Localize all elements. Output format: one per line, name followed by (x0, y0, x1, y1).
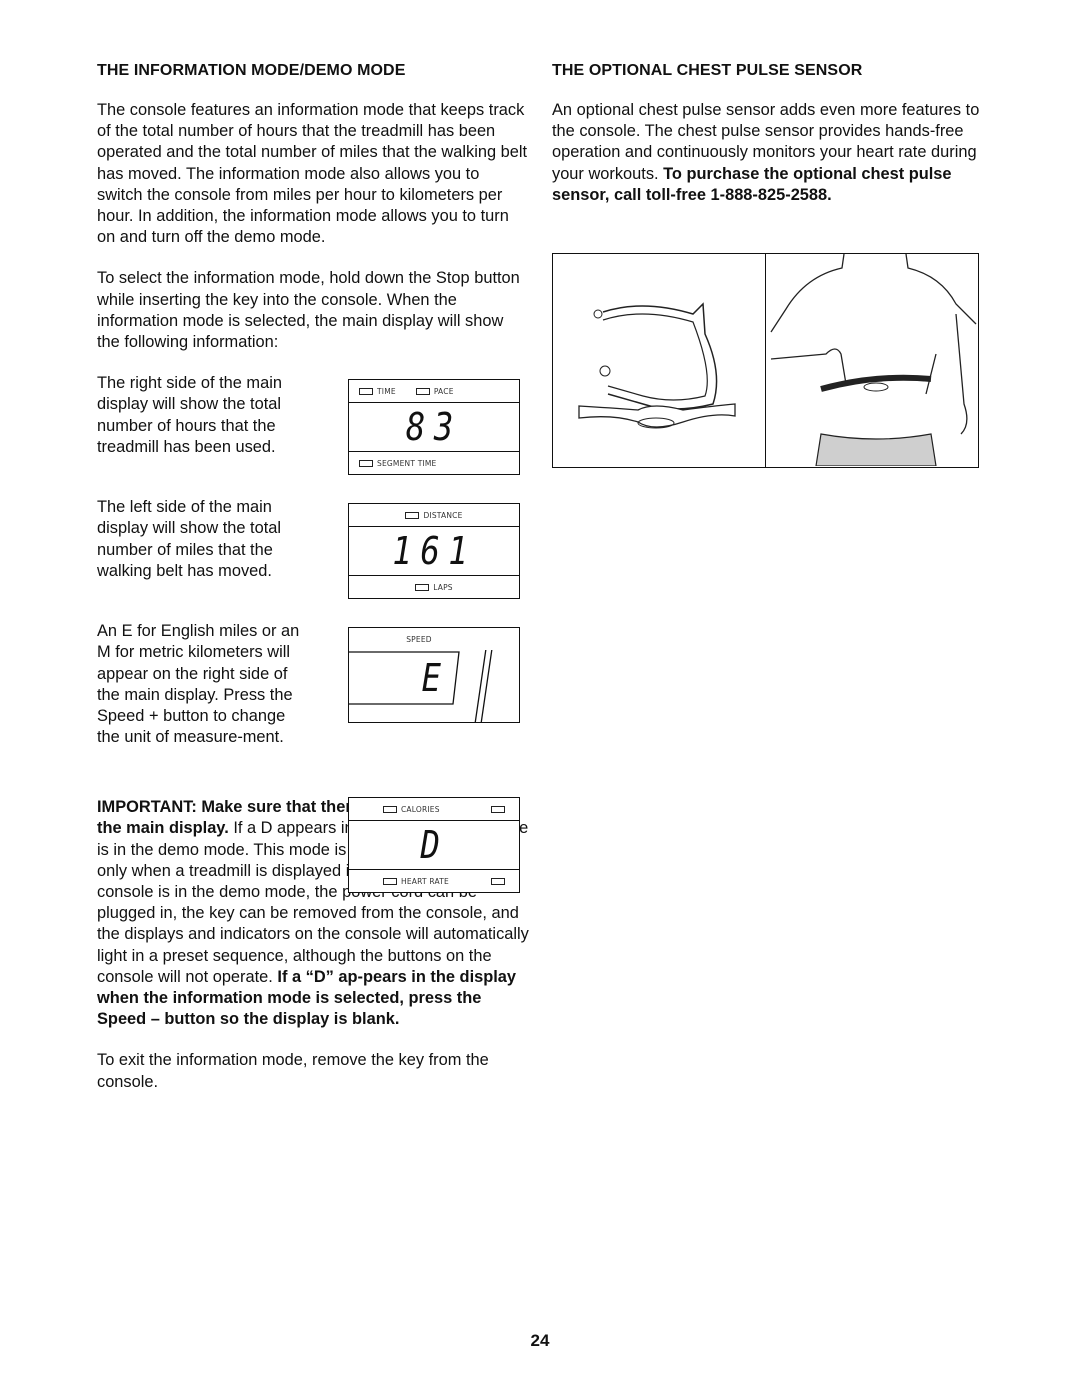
units-value: E (421, 656, 450, 701)
calories-label: CALORIES (401, 804, 440, 814)
miles-value: 161 (392, 529, 476, 574)
hours-row: The right side of the main display will … (97, 373, 529, 497)
chest-sensor-figure (552, 253, 979, 468)
chest-strap-illustration (553, 254, 765, 467)
distance-label: DISTANCE (423, 510, 463, 520)
indicator-icon (491, 805, 505, 813)
indicator-icon (415, 387, 430, 395)
hours-display: TIME PACE 83 SEGMENT TIME (348, 379, 520, 476)
indicator-icon (383, 878, 397, 886)
demo-value: D (420, 823, 448, 868)
heart-rate-label: HEART RATE (401, 876, 449, 886)
intro-paragraph: The console features an information mode… (97, 101, 528, 247)
person-illustration (765, 254, 978, 467)
section-heading: THE INFORMATION MODE/DEMO MODE (97, 62, 406, 79)
select-paragraph: To select the information mode, hold dow… (97, 269, 520, 352)
segment-time-label: SEGMENT TIME (377, 458, 437, 468)
exit-paragraph: To exit the information mode, remove the… (97, 1051, 489, 1091)
units-paragraph: An E for English miles or an M for metri… (97, 622, 300, 747)
chest-paragraph: An optional chest pulse sensor adds even… (552, 101, 980, 204)
indicator-icon (491, 877, 505, 885)
speed-label: SPEED (406, 634, 432, 644)
hours-value: 83 (406, 405, 462, 450)
miles-paragraph: The left side of the main display will s… (97, 498, 282, 580)
units-row: An E for English miles or an M for metri… (97, 621, 529, 797)
chest-pulse-section: THE OPTIONAL CHEST PULSE SENSOR An optio… (552, 62, 988, 226)
indicator-icon (405, 511, 420, 519)
laps-label: LAPS (433, 582, 453, 592)
indicator-icon (415, 583, 430, 591)
miles-row: The left side of the main display will s… (97, 497, 529, 621)
indicator-icon (383, 806, 397, 814)
miles-display: DISTANCE 161 LAPS (348, 503, 520, 600)
time-label: TIME (377, 386, 396, 396)
information-mode-section: THE INFORMATION MODE/DEMO MODE The conso… (97, 62, 529, 1113)
indicator-icon (359, 459, 373, 467)
page-number: 24 (530, 1331, 550, 1350)
hours-paragraph: The right side of the main display will … (97, 374, 282, 456)
demo-display: CALORIES D HEART RATE (348, 797, 520, 894)
speed-display: SPEED E (348, 627, 520, 724)
indicator-icon (359, 387, 373, 395)
section-heading: THE OPTIONAL CHEST PULSE SENSOR (552, 62, 863, 79)
demo-row: CALORIES D HEART RATE IMPORTANT: Make su… (97, 797, 529, 1093)
pace-label: PACE (433, 386, 454, 396)
